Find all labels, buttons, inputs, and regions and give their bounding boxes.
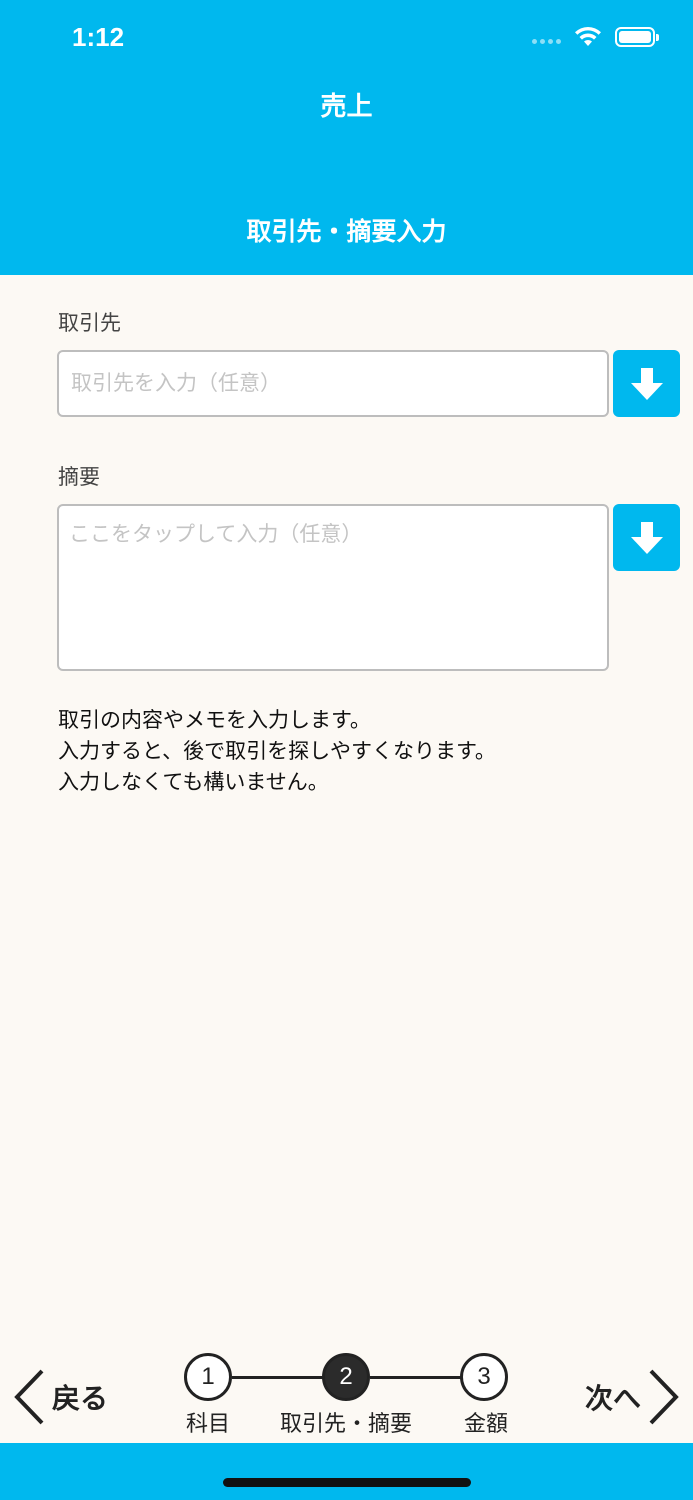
next-button[interactable]: 次へ — [585, 1368, 681, 1426]
memo-placeholder: ここをタップして入力（任意） — [69, 522, 363, 546]
help-line: 取引の内容やメモを入力します。 — [58, 708, 371, 732]
battery-icon — [615, 27, 659, 47]
status-icons — [532, 26, 659, 48]
help-line: 入力しなくても構いません。 — [58, 770, 329, 794]
step-2-circle: 2 — [322, 1353, 370, 1401]
nav-title: 売上 — [320, 92, 373, 122]
step-2-number: 2 — [339, 1363, 353, 1390]
wifi-icon — [575, 26, 601, 46]
back-label: 戻る — [52, 1382, 109, 1415]
partner-history-button[interactable] — [613, 350, 680, 417]
page-subtitle: 取引先・摘要入力 — [246, 217, 447, 246]
next-label: 次へ — [584, 1382, 641, 1415]
step-1-label: 科目 — [185, 1412, 230, 1437]
partner-input[interactable]: 取引先を入力（任意） — [57, 350, 609, 417]
memo-label: 摘要 — [58, 465, 100, 489]
memo-history-button[interactable] — [613, 504, 680, 571]
back-button[interactable]: 戻る — [12, 1368, 108, 1426]
home-indicator[interactable] — [223, 1478, 471, 1487]
header: 1:12 売上 取引先・摘要入力 — [0, 0, 693, 275]
step-1-number: 1 — [201, 1363, 215, 1390]
status-time: 1:12 — [72, 22, 125, 52]
step-3-circle: 3 — [460, 1353, 508, 1401]
step-3-number: 3 — [477, 1363, 491, 1390]
step-connector — [370, 1376, 462, 1379]
arrow-down-icon — [630, 521, 663, 554]
bottom-nav: 戻る 1 2 3 科目 取引先・摘要 金額 次へ — [0, 1340, 693, 1443]
step-1-circle: 1 — [184, 1353, 232, 1401]
chevron-left-icon — [14, 1369, 44, 1425]
step-3-label: 金額 — [463, 1412, 508, 1437]
help-line: 入力すると、後で取引を探しやすくなります。 — [58, 739, 496, 763]
step-2-label: 取引先・摘要 — [279, 1412, 412, 1437]
step-connector — [232, 1376, 324, 1379]
signal-icon — [532, 31, 561, 44]
memo-textarea[interactable]: ここをタップして入力（任意） — [57, 504, 609, 671]
partner-label: 取引先 — [58, 311, 121, 335]
help-text: 取引の内容やメモを入力します。 入力すると、後で取引を探しやすくなります。 入力… — [58, 705, 496, 798]
chevron-right-icon — [649, 1369, 679, 1425]
arrow-down-icon — [630, 367, 663, 400]
partner-placeholder: 取引先を入力（任意） — [71, 371, 281, 395]
footer-bar — [0, 1443, 693, 1500]
